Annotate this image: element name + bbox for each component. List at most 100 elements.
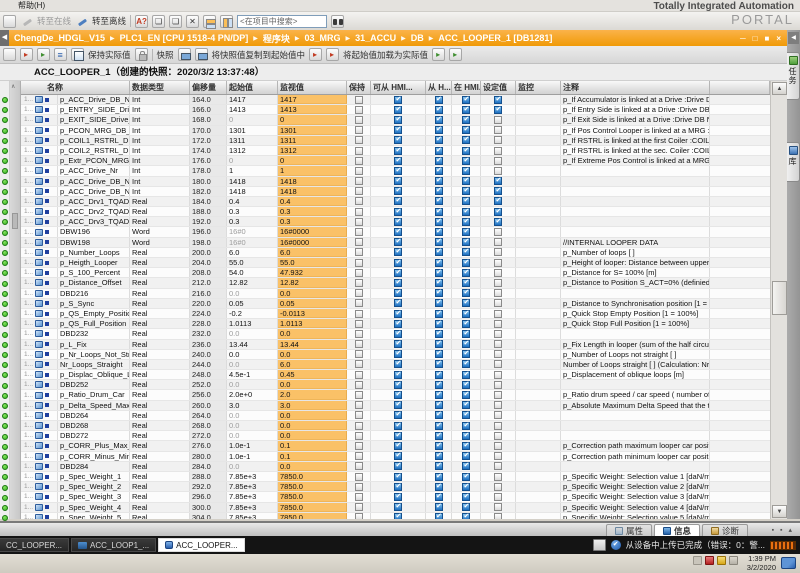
cell-start-value[interactable]: 4.5e-1 — [227, 370, 278, 379]
cell-monitor-value[interactable]: 0.0 — [278, 289, 347, 298]
cell-datatype[interactable]: Real — [130, 421, 190, 430]
cell-monitor-value[interactable]: 1418 — [278, 177, 347, 186]
accessible-from-hmi-checkbox[interactable] — [394, 248, 402, 256]
print-icon[interactable] — [3, 48, 16, 61]
retain-checkbox[interactable] — [355, 411, 363, 419]
writable-from-hmi-checkbox[interactable] — [435, 126, 443, 134]
cell-supervision[interactable] — [516, 319, 561, 328]
table-row[interactable]: 1...p_S_SyncReal220.00.050.05p_Distance … — [21, 299, 770, 309]
breadcrumb-item[interactable]: 03_MRG — [304, 33, 340, 43]
expand-all-icon[interactable] — [54, 48, 67, 61]
table-vscrollbar[interactable]: ▲ ▼ — [770, 81, 787, 519]
table-row[interactable]: 1...p_ACC_Drv3_TQADD_...Real192.00.30.3 — [21, 217, 770, 227]
scrollbar-thumb[interactable] — [772, 281, 787, 315]
table-row[interactable]: 1...p_ACC_Drv1_TQADD_...Real184.00.40.4 — [21, 197, 770, 207]
freeze-icon[interactable] — [135, 48, 148, 61]
table-row[interactable]: 1...p_L_FixReal236.013.4413.44p_Fix Leng… — [21, 340, 770, 350]
retain-checkbox[interactable] — [355, 279, 363, 287]
visible-in-hmi-checkbox[interactable] — [462, 452, 470, 460]
setpoint-checkbox[interactable] — [494, 238, 502, 246]
accessible-from-hmi-checkbox[interactable] — [394, 269, 402, 277]
cell-supervision[interactable] — [516, 370, 561, 379]
cell-comment[interactable] — [561, 421, 710, 430]
cell-name[interactable]: p_ACC_Drive_DB_Nr — [58, 95, 130, 104]
cell-comment[interactable]: p_Number of Loops not straight [ ] — [561, 350, 710, 359]
cell-monitor-value[interactable]: 7850.0 — [278, 513, 347, 519]
cell-start-value[interactable]: 0.0 — [227, 350, 278, 359]
cell-datatype[interactable]: Int — [130, 146, 190, 155]
cell-name[interactable]: p_Distance_Offset — [58, 278, 130, 287]
visible-in-hmi-checkbox[interactable] — [462, 360, 470, 368]
header-writable-from-hmi[interactable]: 从 H... — [426, 81, 452, 94]
cell-name[interactable]: p_Heigth_Looper — [58, 258, 130, 267]
visible-in-hmi-checkbox[interactable] — [462, 218, 470, 226]
cell-name[interactable]: DBD272 — [58, 431, 130, 440]
table-row[interactable]: 1...p_ENTRY_SIDE_Drive_...Int166.0141314… — [21, 105, 770, 115]
setpoint-checkbox[interactable] — [494, 371, 502, 379]
setpoint-checkbox[interactable] — [494, 96, 502, 104]
cell-datatype[interactable]: Real — [130, 441, 190, 450]
accessible-from-hmi-checkbox[interactable] — [394, 360, 402, 368]
setpoint-checkbox[interactable] — [494, 187, 502, 195]
visible-in-hmi-checkbox[interactable] — [462, 350, 470, 358]
cell-supervision[interactable] — [516, 268, 561, 277]
writable-from-hmi-checkbox[interactable] — [435, 96, 443, 104]
cell-monitor-value[interactable]: 0.0 — [278, 421, 347, 430]
header-monitor-value[interactable]: 监视值 — [278, 81, 347, 94]
cell-datatype[interactable]: Real — [130, 248, 190, 257]
accessible-from-hmi-checkbox[interactable] — [394, 177, 402, 185]
cell-datatype[interactable]: Real — [130, 492, 190, 501]
cell-comment[interactable] — [561, 187, 710, 196]
visible-in-hmi-checkbox[interactable] — [462, 381, 470, 389]
accessible-from-hmi-checkbox[interactable] — [394, 136, 402, 144]
setpoint-checkbox[interactable] — [494, 116, 502, 124]
cell-start-value[interactable]: 0.0 — [227, 289, 278, 298]
writable-from-hmi-checkbox[interactable] — [435, 442, 443, 450]
cell-name[interactable]: p_QS_Empty_Position — [58, 309, 130, 318]
setpoint-checkbox[interactable] — [494, 422, 502, 430]
visible-in-hmi-checkbox[interactable] — [462, 371, 470, 379]
table-row[interactable]: 1...DBD216Real216.00.00.0 — [21, 289, 770, 299]
accessible-from-hmi-checkbox[interactable] — [394, 350, 402, 358]
cell-start-value[interactable]: 54.0 — [227, 268, 278, 277]
cell-supervision[interactable] — [516, 197, 561, 206]
cell-monitor-value[interactable]: 0.0 — [278, 350, 347, 359]
cell-comment[interactable]: p_Number of loops [ ] — [561, 248, 710, 257]
cell-monitor-value[interactable]: 1312 — [278, 146, 347, 155]
monitor-all-icon[interactable] — [71, 48, 84, 61]
go-online-icon[interactable] — [20, 15, 33, 28]
cell-name[interactable]: p_S_100_Percent — [58, 268, 130, 277]
cell-supervision[interactable] — [516, 166, 561, 175]
visible-in-hmi-checkbox[interactable] — [462, 248, 470, 256]
cell-datatype[interactable]: Real — [130, 503, 190, 512]
go-offline-button[interactable]: 转至离线 — [92, 15, 126, 27]
accessible-from-hmi-checkbox[interactable] — [394, 483, 402, 491]
setpoint-checkbox[interactable] — [494, 289, 502, 297]
setpoint-checkbox[interactable] — [494, 493, 502, 501]
cell-start-value[interactable]: 7.85e+3 — [227, 482, 278, 491]
retain-checkbox[interactable] — [355, 473, 363, 481]
cell-datatype[interactable]: Real — [130, 401, 190, 410]
cell-name[interactable]: p_ACC_Drv3_TQADD_... — [58, 217, 130, 226]
cell-name[interactable]: p_ACC_Drive_Nr — [58, 166, 130, 175]
writable-from-hmi-checkbox[interactable] — [435, 411, 443, 419]
table-row[interactable]: 1...p_ACC_Drive_DB_Nr2Int180.014181418 — [21, 177, 770, 187]
accessible-from-hmi-checkbox[interactable] — [394, 208, 402, 216]
cell-comment[interactable] — [561, 462, 710, 471]
setpoint-checkbox[interactable] — [494, 177, 502, 185]
cell-datatype[interactable]: Real — [130, 350, 190, 359]
setpoint-checkbox[interactable] — [494, 330, 502, 338]
header-visible-in-hmi[interactable]: 在 HMI... — [452, 81, 481, 94]
visible-in-hmi-checkbox[interactable] — [462, 310, 470, 318]
setpoint-checkbox[interactable] — [494, 248, 502, 256]
setpoint-checkbox[interactable] — [494, 320, 502, 328]
cell-datatype[interactable]: Real — [130, 411, 190, 420]
writable-from-hmi-checkbox[interactable] — [435, 391, 443, 399]
table-row[interactable]: 1...p_Nr_Loops_Not_Strai...Real240.00.00… — [21, 350, 770, 360]
visible-in-hmi-checkbox[interactable] — [462, 493, 470, 501]
accessible-from-hmi-checkbox[interactable] — [394, 279, 402, 287]
cell-name[interactable]: DBD284 — [58, 462, 130, 471]
cell-start-value[interactable]: 12.82 — [227, 278, 278, 287]
setpoint-checkbox[interactable] — [494, 432, 502, 440]
cell-comment[interactable]: p_Distance for S= 100% [m] — [561, 268, 710, 277]
